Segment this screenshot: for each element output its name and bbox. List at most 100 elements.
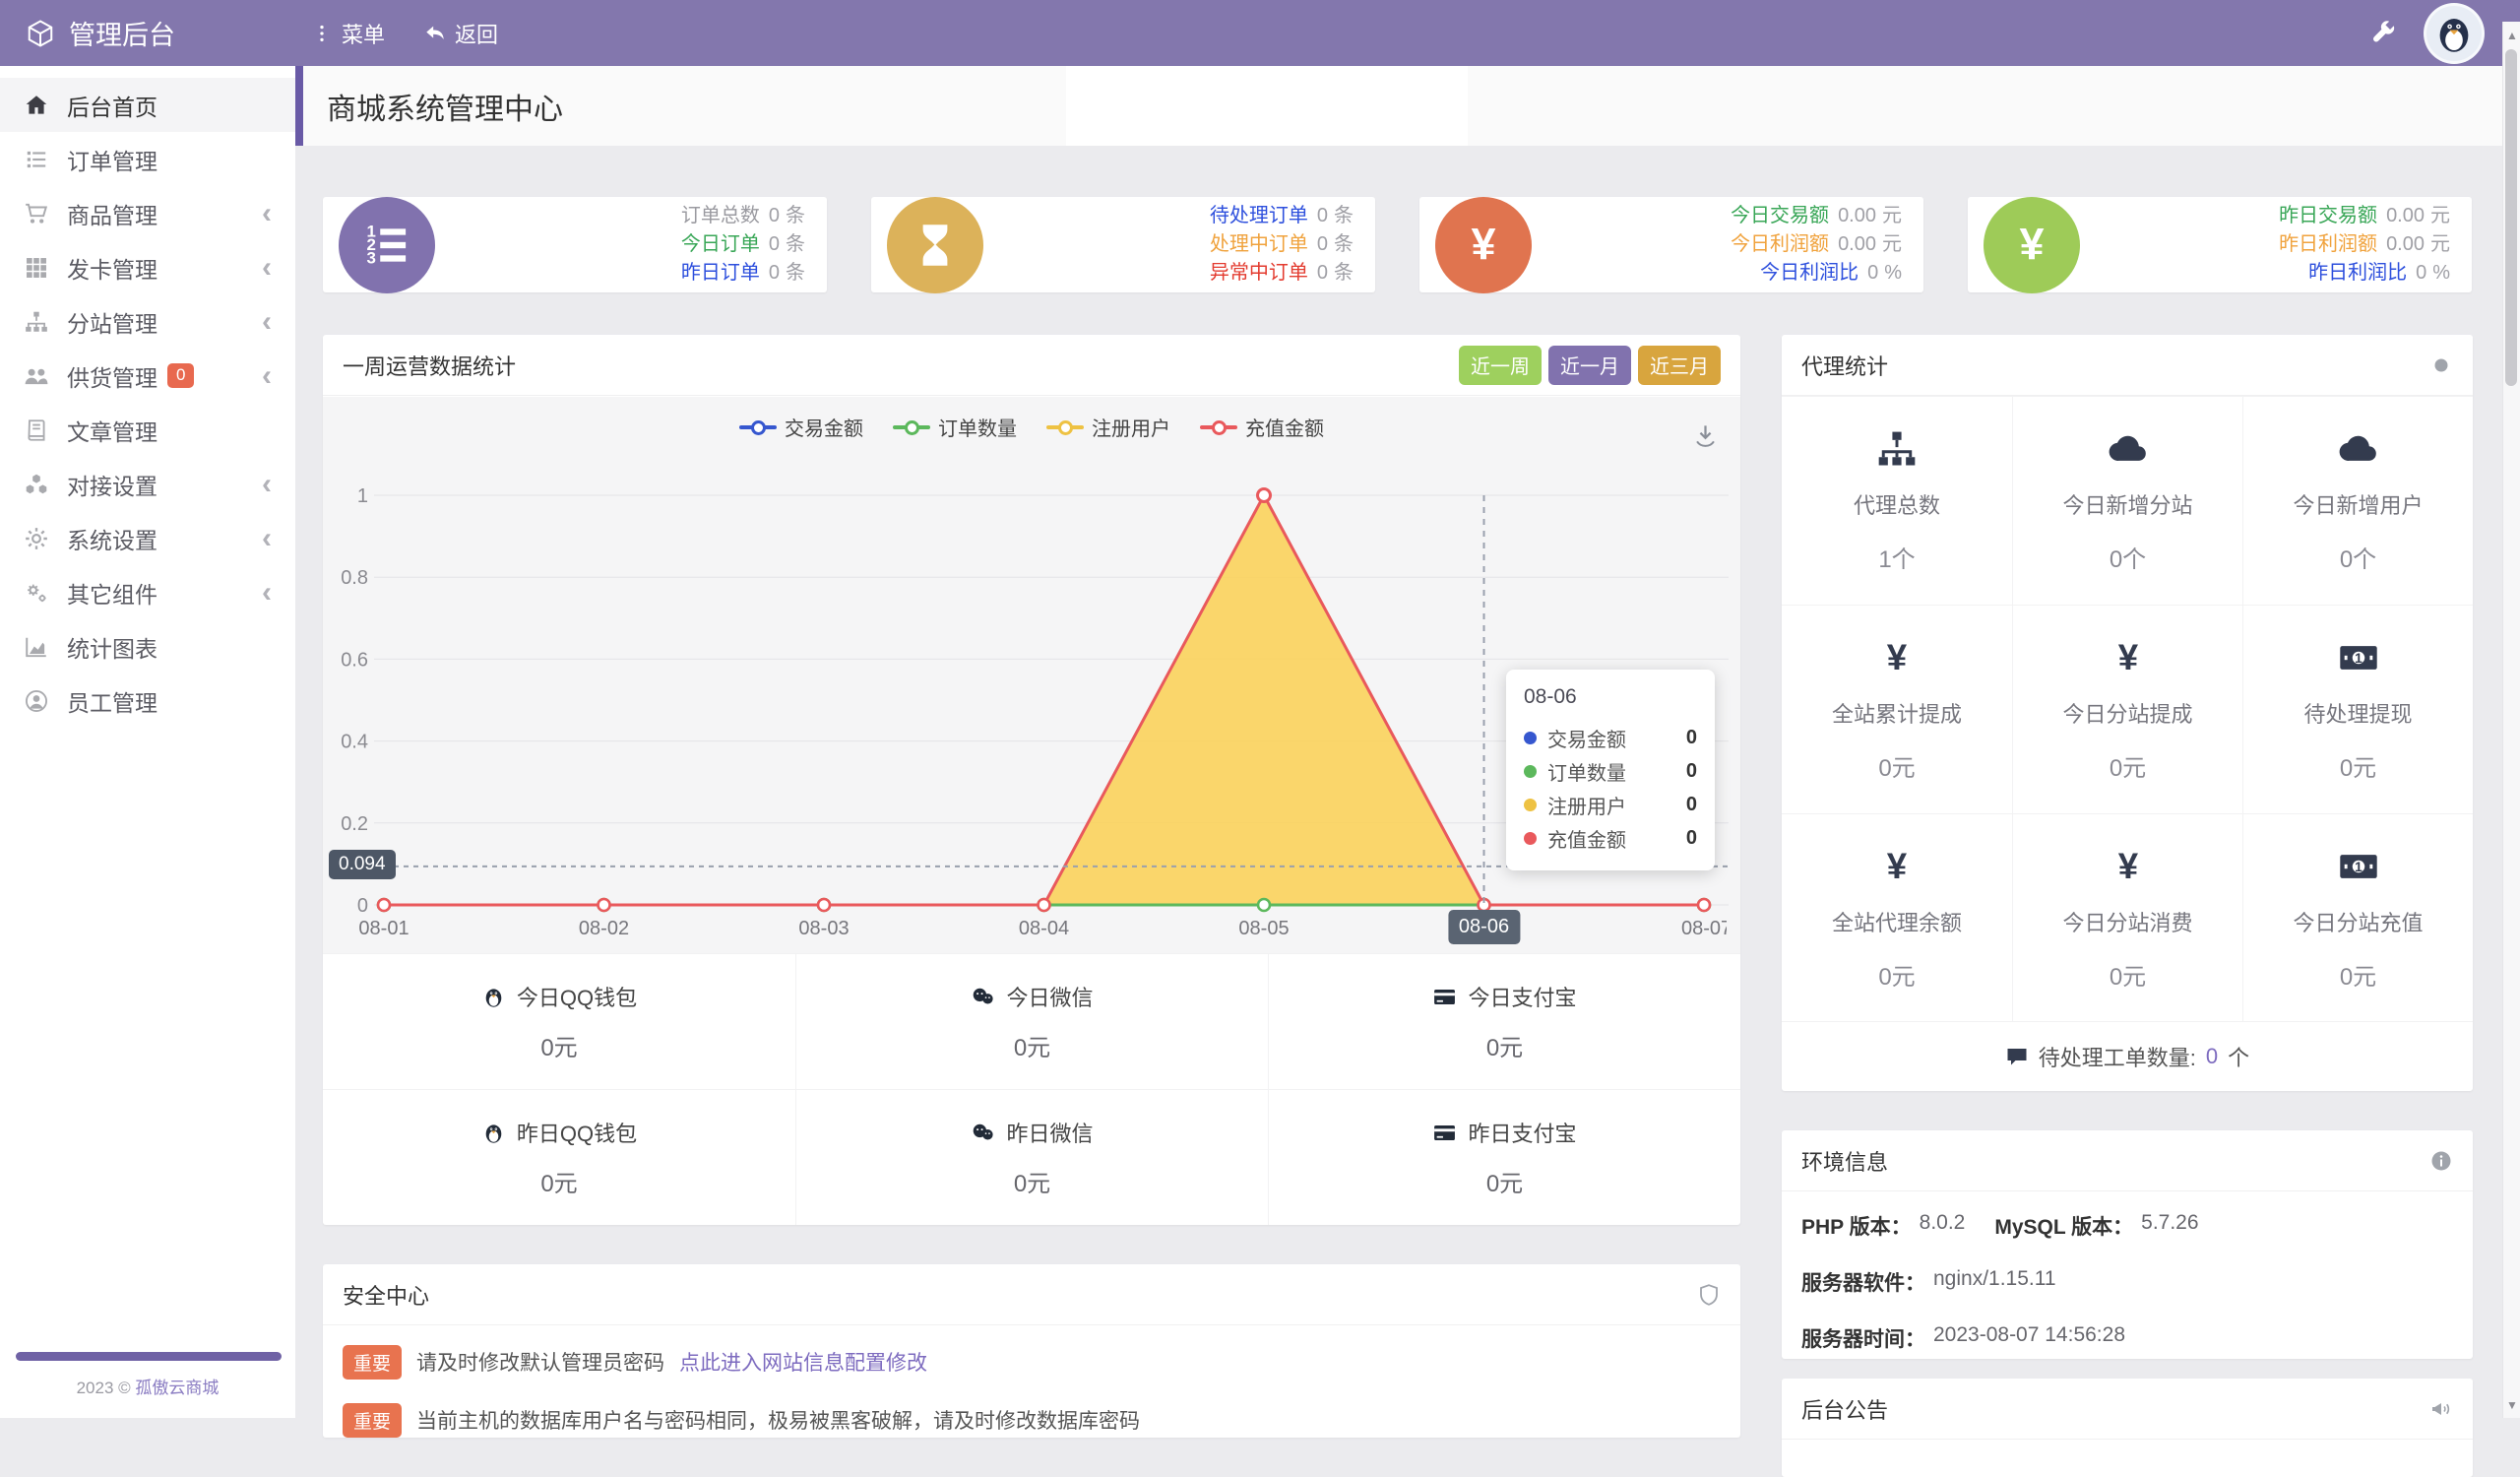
series-dot-icon bbox=[1524, 765, 1537, 778]
chart-icon bbox=[24, 634, 49, 660]
sidebar-item[interactable]: 订单管理 bbox=[0, 132, 295, 186]
footer-brand-link[interactable]: 孤傲云商城 bbox=[135, 1379, 219, 1397]
stat-card-icon-circle bbox=[1435, 197, 1532, 293]
legend-item[interactable]: 交易金额 bbox=[739, 413, 863, 441]
comment-icon bbox=[2005, 1045, 2029, 1068]
scrollbar-down-arrow[interactable]: ▼ bbox=[2506, 1398, 2518, 1412]
cloud-icon bbox=[2107, 427, 2150, 471]
sidebar-item[interactable]: 统计图表 bbox=[0, 619, 295, 674]
sidebar-item-label: 供货管理 bbox=[67, 359, 158, 393]
series-dot-icon bbox=[1524, 832, 1537, 845]
sidebar-item[interactable]: 发卡管理‹ bbox=[0, 240, 295, 294]
chart-range-button[interactable]: 近一月 bbox=[1548, 346, 1631, 385]
sidebar-item[interactable]: 员工管理 bbox=[0, 674, 295, 728]
scrollbar-up-arrow[interactable]: ▲ bbox=[2506, 29, 2518, 42]
sidebar-item[interactable]: 系统设置‹ bbox=[0, 511, 295, 565]
cart-icon bbox=[24, 201, 49, 226]
sidebar-item[interactable]: 供货管理0‹ bbox=[0, 349, 295, 403]
sidebar-item[interactable]: 分站管理‹ bbox=[0, 294, 295, 349]
stat-card-icon-circle bbox=[1984, 197, 2080, 293]
sidebar-item-label: 商品管理 bbox=[67, 197, 158, 230]
legend-item[interactable]: 注册用户 bbox=[1046, 413, 1170, 441]
agent-stat-cell: 今日分站提成0元 bbox=[2012, 605, 2242, 813]
config-link[interactable]: 点此进入网站信息配置修改 bbox=[679, 1347, 927, 1377]
sidebar-scrollbar-deco[interactable] bbox=[16, 1352, 282, 1361]
wallet-value: 0元 bbox=[540, 1028, 577, 1062]
stat-row: 今日利润比0% bbox=[1731, 259, 1902, 288]
stat-row: 今日利润额0.00元 bbox=[1731, 230, 1902, 259]
agent-stat-cell: 今日新增用户0个 bbox=[2242, 396, 2473, 605]
yen-icon bbox=[1457, 219, 1510, 272]
download-chart-button[interactable] bbox=[1692, 422, 1719, 449]
agent-stat-cell: 待处理提现0元 bbox=[2242, 605, 2473, 813]
security-row: 重要请及时修改默认管理员密码点此进入网站信息配置修改 bbox=[323, 1339, 1740, 1384]
wallet-label: 昨日支付宝 bbox=[1468, 1117, 1576, 1148]
stat-row: 昨日交易额0.00元 bbox=[2279, 202, 2450, 230]
app-brand[interactable]: 管理后台 bbox=[0, 14, 295, 52]
agent-stat-value: 0元 bbox=[1878, 748, 1915, 783]
agent-stat-value: 0元 bbox=[2110, 748, 2146, 783]
sitemap-icon bbox=[1875, 427, 1919, 471]
header-highlight-patch bbox=[1066, 66, 1468, 146]
sidebar-item[interactable]: 其它组件‹ bbox=[0, 565, 295, 619]
agent-stat-cell: 全站累计提成 0元 bbox=[1782, 605, 2012, 813]
wrench-icon bbox=[2369, 20, 2396, 46]
money-bill-icon bbox=[2337, 636, 2380, 679]
agent-stat-cell: 代理总数1个 bbox=[1782, 396, 2012, 605]
weekly-stats-panel: 一周运营数据统计 近一周近一月近三月 00.20.40.60.81 交易金额订单… bbox=[323, 335, 1740, 1225]
notice-panel-title: 后台公告 bbox=[1801, 1393, 1888, 1425]
settings-wrench-button[interactable] bbox=[2369, 20, 2396, 46]
security-row: 重要当前主机的数据库用户名与密码相同，极易被黑客破解，请及时修改数据库密码 bbox=[323, 1397, 1740, 1443]
menu-toggle-button[interactable]: 菜单 bbox=[311, 18, 385, 49]
user-avatar[interactable] bbox=[2424, 3, 2485, 64]
agent-stat-label: 全站累计提成 bbox=[1832, 697, 1962, 729]
x-axis-tick: 08-05 bbox=[1238, 918, 1289, 940]
notice-panel: 后台公告 bbox=[1782, 1379, 2473, 1477]
stat-row: 今日交易额0.00元 bbox=[1731, 202, 1902, 230]
x-axis-tick: 08-04 bbox=[1019, 918, 1069, 940]
list-ol-icon bbox=[360, 219, 413, 272]
wechat-icon bbox=[971, 1121, 995, 1145]
yen-icon bbox=[2005, 219, 2058, 272]
sidebar: 后台首页订单管理商品管理‹发卡管理‹分站管理‹供货管理0‹文章管理对接设置‹系统… bbox=[0, 66, 295, 1418]
sidebar-item[interactable]: 文章管理 bbox=[0, 403, 295, 457]
page-header: 商城系统管理中心 bbox=[295, 66, 2520, 146]
wallet-value: 0元 bbox=[1014, 1164, 1050, 1198]
legend-item[interactable]: 订单数量 bbox=[893, 413, 1017, 441]
agent-stat-cell: 今日分站消费0元 bbox=[2012, 813, 2242, 1022]
penguin-avatar-icon bbox=[2431, 11, 2477, 56]
sidebar-item[interactable]: 后台首页 bbox=[0, 78, 295, 132]
chevron-left-icon: ‹ bbox=[262, 361, 272, 391]
sidebar-item[interactable]: 商品管理 ‹ bbox=[0, 186, 295, 240]
sidebar-item[interactable]: 对接设置‹ bbox=[0, 457, 295, 511]
wallet-value: 0元 bbox=[1014, 1028, 1050, 1062]
environment-panel-header: 环境信息 bbox=[1782, 1130, 2473, 1191]
series-dot-icon bbox=[1524, 799, 1537, 811]
grid-icon bbox=[24, 255, 49, 281]
svg-text:0.4: 0.4 bbox=[341, 732, 368, 753]
agent-stat-label: 今日分站消费 bbox=[2062, 906, 2192, 937]
series-dot-icon bbox=[1524, 732, 1537, 744]
agent-stat-label: 今日新增分站 bbox=[2062, 488, 2192, 520]
stat-card: 昨日交易额0.00元昨日利润额0.00元昨日利润比0% bbox=[1968, 197, 2472, 292]
crosshair-y-badge: 0.094 bbox=[329, 850, 396, 879]
cloud-icon bbox=[2337, 427, 2380, 471]
svg-text:1: 1 bbox=[357, 485, 368, 507]
chart-range-button[interactable]: 近三月 bbox=[1638, 346, 1721, 385]
cube-logo-icon bbox=[26, 19, 55, 48]
chart-range-button[interactable]: 近一周 bbox=[1459, 346, 1542, 385]
chart-tooltip: 08-06 交易金额0订单数量0注册用户0充值金额0 bbox=[1506, 670, 1715, 870]
agent-stats-panel: 代理统计 代理总数1个今日新增分站0个今日新增用户0个全站累计提成0元今日分站提… bbox=[1782, 335, 2473, 1091]
legend-item[interactable]: 充值金额 bbox=[1200, 413, 1324, 441]
stat-card: 订单总数0条今日订单0条昨日订单0条 bbox=[323, 197, 827, 292]
agent-stat-cell: 今日新增分站0个 bbox=[2012, 396, 2242, 605]
scrollbar-thumb[interactable] bbox=[2505, 49, 2517, 386]
sidebar-item-label: 订单管理 bbox=[67, 143, 158, 176]
hourglass-icon bbox=[909, 219, 962, 272]
yen-icon bbox=[2107, 845, 2150, 888]
wallet-value: 0元 bbox=[1486, 1164, 1523, 1198]
back-button[interactable]: 返回 bbox=[424, 18, 498, 49]
gears-icon bbox=[24, 580, 49, 606]
chevron-left-icon: ‹ bbox=[262, 199, 272, 228]
sidebar-item-label: 对接设置 bbox=[67, 468, 158, 501]
